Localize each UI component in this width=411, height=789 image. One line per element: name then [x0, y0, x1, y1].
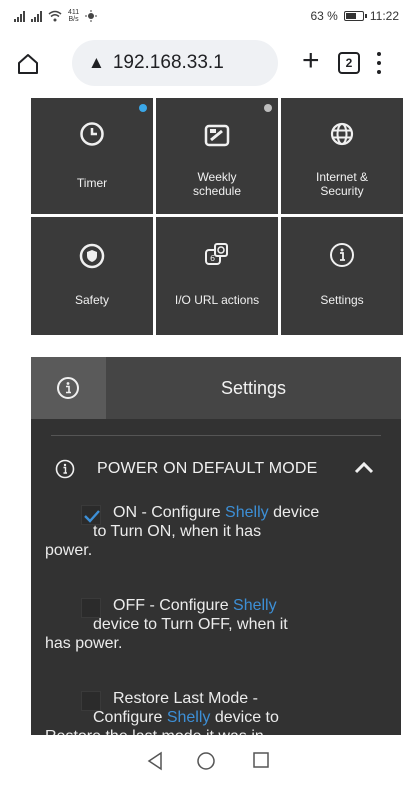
option-off[interactable]: OFF - Configure Shelly device to Turn OF… [45, 596, 365, 653]
power-on-panel: POWER ON DEFAULT MODE ON - Configure She… [31, 419, 401, 735]
checkmark-icon [84, 510, 100, 523]
home-circle-icon[interactable] [196, 751, 216, 771]
home-icon[interactable] [16, 52, 40, 76]
option-text: power. [45, 542, 93, 559]
tile-internet-security[interactable]: Internet & Security [281, 98, 403, 214]
option-text: has power. [45, 635, 123, 652]
section-title: POWER ON DEFAULT MODE [97, 460, 318, 477]
checkbox-on[interactable] [81, 505, 101, 525]
tile-label: Internet & Security [315, 170, 369, 198]
calendar-icon [204, 124, 230, 147]
svg-text:6: 6 [210, 254, 215, 263]
tile-label: Timer [76, 176, 108, 190]
checkbox-off[interactable] [81, 598, 101, 618]
globe-icon [330, 122, 354, 146]
io-icon: 6 [205, 243, 228, 265]
tile-label: Weekly schedule [192, 170, 242, 198]
tile-safety[interactable]: Safety [31, 217, 153, 335]
menu-icon[interactable] [376, 48, 382, 78]
clock-time: 11:22 [369, 9, 399, 23]
sun-icon [85, 10, 98, 22]
address-bar[interactable]: ▲ 192.168.33.1 [72, 40, 278, 86]
page-title: Settings [220, 378, 287, 398]
warning-icon[interactable]: ▲ [88, 53, 105, 73]
web-page: Timer Weekly schedule Internet & Security … [0, 98, 411, 735]
url-text[interactable]: 192.168.33.1 [113, 52, 224, 74]
settings-header: Settings [31, 357, 401, 419]
option-restore[interactable]: Restore Last Mode - Configure Shelly dev… [45, 689, 365, 735]
tile-label: Settings [320, 293, 364, 307]
settings-back-button[interactable] [31, 357, 106, 419]
tab-switcher-button[interactable]: 2 [338, 52, 360, 74]
checkbox-restore[interactable] [81, 691, 101, 711]
recents-icon[interactable] [252, 751, 270, 769]
status-dot [264, 104, 272, 112]
status-bar: 411 B/s 63 % 11:22 [0, 0, 411, 32]
browser-toolbar: ▲ 192.168.33.1 + 2 [0, 32, 411, 98]
signal-icon [14, 10, 25, 22]
info-icon [330, 243, 354, 267]
tile-label: Safety [74, 293, 110, 307]
info-icon [55, 459, 75, 479]
chevron-up-icon[interactable] [353, 458, 375, 478]
tile-weekly-schedule[interactable]: Weekly schedule [156, 98, 278, 214]
battery-icon [343, 11, 367, 21]
network-rate: 411 B/s [68, 9, 80, 23]
clock-icon [80, 122, 104, 146]
battery-percent: 63 % [310, 9, 338, 23]
option-text: Restore the last mode it was in, [45, 727, 365, 735]
tile-io-url-actions[interactable]: 6 I/O URL actions [156, 217, 278, 335]
divider [51, 435, 381, 436]
signal-icon [31, 10, 42, 22]
tile-timer[interactable]: Timer [31, 98, 153, 214]
tile-settings[interactable]: Settings [281, 217, 403, 335]
tile-label: I/O URL actions [174, 293, 260, 307]
system-nav-bar [0, 735, 411, 789]
info-icon [57, 377, 79, 399]
wifi-icon [48, 10, 62, 22]
power-on-section-header[interactable]: POWER ON DEFAULT MODE [51, 456, 391, 482]
new-tab-icon[interactable]: + [302, 46, 320, 76]
status-dot [139, 104, 147, 112]
shield-icon [79, 243, 105, 269]
back-icon[interactable] [146, 751, 164, 771]
option-on[interactable]: ON - Configure Shelly device to Turn ON,… [45, 503, 365, 560]
